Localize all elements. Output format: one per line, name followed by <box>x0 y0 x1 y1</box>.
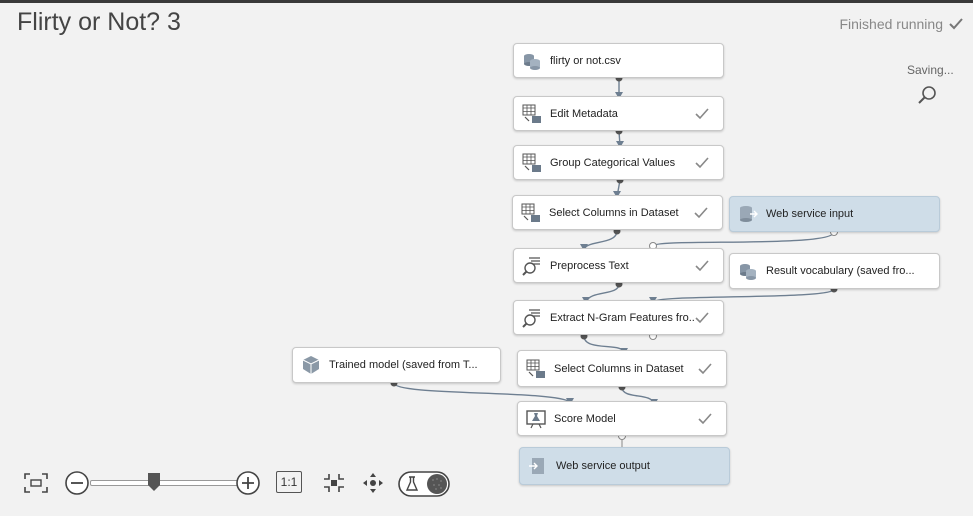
module-web-service-input[interactable]: Web service input <box>729 196 940 232</box>
text-analytics-icon <box>522 256 540 276</box>
connection-wire <box>652 231 835 247</box>
text-analytics-icon <box>522 308 540 328</box>
web-service-input-icon <box>740 206 758 222</box>
minimap-icon[interactable] <box>322 472 346 494</box>
module-group-categorical-values[interactable]: Group Categorical Values <box>513 145 724 180</box>
module-result-vocabulary[interactable]: Result vocabulary (saved fro... <box>729 253 940 289</box>
grid-transform-icon <box>522 104 541 123</box>
grid-transform-icon <box>521 203 540 222</box>
module-edit-metadata[interactable]: Edit Metadata <box>513 96 724 131</box>
zoom-slider-thumb[interactable] <box>148 473 160 491</box>
pan-icon[interactable] <box>361 471 385 495</box>
module-flirty-or-not-csv[interactable]: flirty or not.csv <box>513 43 724 78</box>
web-service-output-icon <box>529 458 544 474</box>
completed-checkmark-icon <box>695 107 709 119</box>
module-extract-ngram-features[interactable]: Extract N-Gram Features fro... <box>513 300 724 335</box>
actual-size-button[interactable]: 1:1 <box>276 471 302 493</box>
module-label: Trained model (saved from T... <box>329 359 478 371</box>
experiment-view-toggle-icon[interactable] <box>398 470 451 498</box>
completed-checkmark-icon <box>698 412 712 424</box>
grid-transform-icon <box>522 153 541 172</box>
module-label: Result vocabulary (saved fro... <box>766 265 915 277</box>
completed-checkmark-icon <box>698 362 712 374</box>
module-trained-model[interactable]: Trained model (saved from T... <box>292 347 501 383</box>
module-label: Group Categorical Values <box>550 156 676 169</box>
module-label: Edit Metadata <box>550 107 618 120</box>
dataset-icon <box>740 264 756 280</box>
completed-checkmark-icon <box>695 156 709 168</box>
module-label: Score Model <box>554 412 616 425</box>
dataset-icon <box>524 53 540 70</box>
completed-checkmark-icon <box>695 311 709 323</box>
module-select-columns-2[interactable]: Select Columns in Dataset <box>517 350 727 387</box>
module-label: Preprocess Text <box>550 259 629 272</box>
trained-model-icon <box>302 356 320 374</box>
module-label: flirty or not.csv <box>550 54 621 67</box>
completed-checkmark-icon <box>695 259 709 271</box>
zoom-out-icon[interactable] <box>64 470 90 496</box>
module-select-columns-1[interactable]: Select Columns in Dataset <box>512 195 723 230</box>
completed-checkmark-icon <box>694 206 708 218</box>
zoom-slider-track[interactable] <box>90 480 238 486</box>
grid-transform-icon <box>526 359 545 378</box>
module-label: Select Columns in Dataset <box>554 362 684 375</box>
module-label: Web service output <box>556 460 650 472</box>
score-model-icon <box>526 409 546 428</box>
module-web-service-output[interactable]: Web service output <box>519 447 730 485</box>
experiment-canvas[interactable]: Flirty or Not? 3 Finished running Saving… <box>0 0 973 516</box>
module-preprocess-text[interactable]: Preprocess Text <box>513 248 724 283</box>
module-label: Web service input <box>766 208 854 220</box>
module-label: Select Columns in Dataset <box>549 206 679 219</box>
module-label: Extract N-Gram Features fro... <box>550 311 695 324</box>
zoom-in-icon[interactable] <box>235 470 261 496</box>
fit-to-screen-icon[interactable] <box>23 472 49 494</box>
module-score-model[interactable]: Score Model <box>517 401 727 436</box>
